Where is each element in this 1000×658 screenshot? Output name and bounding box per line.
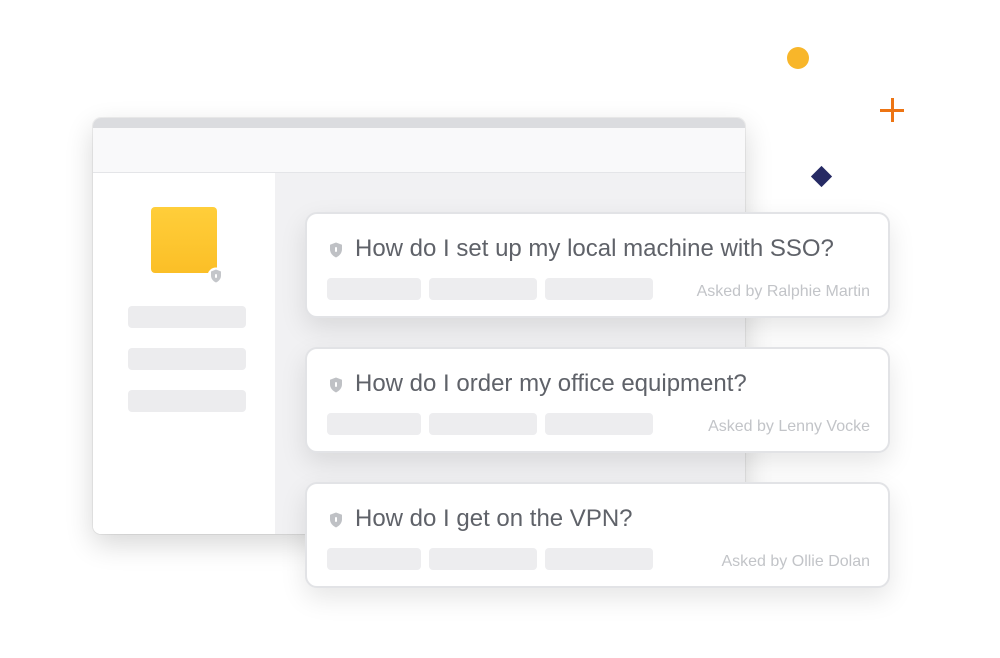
tag-placeholder bbox=[327, 278, 421, 300]
window-title-bar bbox=[93, 118, 745, 128]
sidebar-item-placeholder bbox=[128, 348, 246, 370]
tag-placeholder bbox=[429, 413, 537, 435]
tag-placeholder bbox=[545, 548, 653, 570]
sidebar-item-placeholder bbox=[128, 390, 246, 412]
decorative-yellow-dot bbox=[787, 47, 809, 69]
question-card[interactable]: How do I get on the VPN? Asked by Ollie … bbox=[305, 482, 890, 588]
sidebar-item-placeholder bbox=[128, 306, 246, 328]
window-sidebar bbox=[93, 173, 275, 534]
tag-placeholder bbox=[429, 548, 537, 570]
asked-by-label: Asked by Ralphie Martin bbox=[696, 283, 870, 300]
question-title[interactable]: How do I set up my local machine with SS… bbox=[355, 235, 885, 263]
shield-lock-icon bbox=[330, 242, 342, 258]
app-logo bbox=[151, 207, 217, 273]
decorative-diamond bbox=[810, 165, 833, 188]
question-card[interactable]: How do I order my office equipment? Aske… bbox=[305, 347, 890, 453]
question-title[interactable]: How do I order my office equipment? bbox=[355, 370, 885, 398]
asked-by-label: Asked by Lenny Vocke bbox=[708, 418, 870, 435]
decorative-plus-icon bbox=[880, 98, 904, 122]
shield-lock-icon bbox=[330, 377, 342, 393]
tag-placeholder bbox=[429, 278, 537, 300]
tag-placeholder bbox=[327, 548, 421, 570]
shield-lock-icon bbox=[207, 267, 225, 285]
question-card[interactable]: How do I set up my local machine with SS… bbox=[305, 212, 890, 318]
question-title[interactable]: How do I get on the VPN? bbox=[355, 505, 885, 533]
tag-placeholder bbox=[545, 278, 653, 300]
window-header bbox=[93, 128, 745, 173]
shield-lock-icon bbox=[330, 512, 342, 528]
app-window bbox=[93, 118, 745, 534]
asked-by-label: Asked by Ollie Dolan bbox=[721, 553, 870, 570]
tag-placeholder bbox=[327, 413, 421, 435]
tag-placeholder bbox=[545, 413, 653, 435]
